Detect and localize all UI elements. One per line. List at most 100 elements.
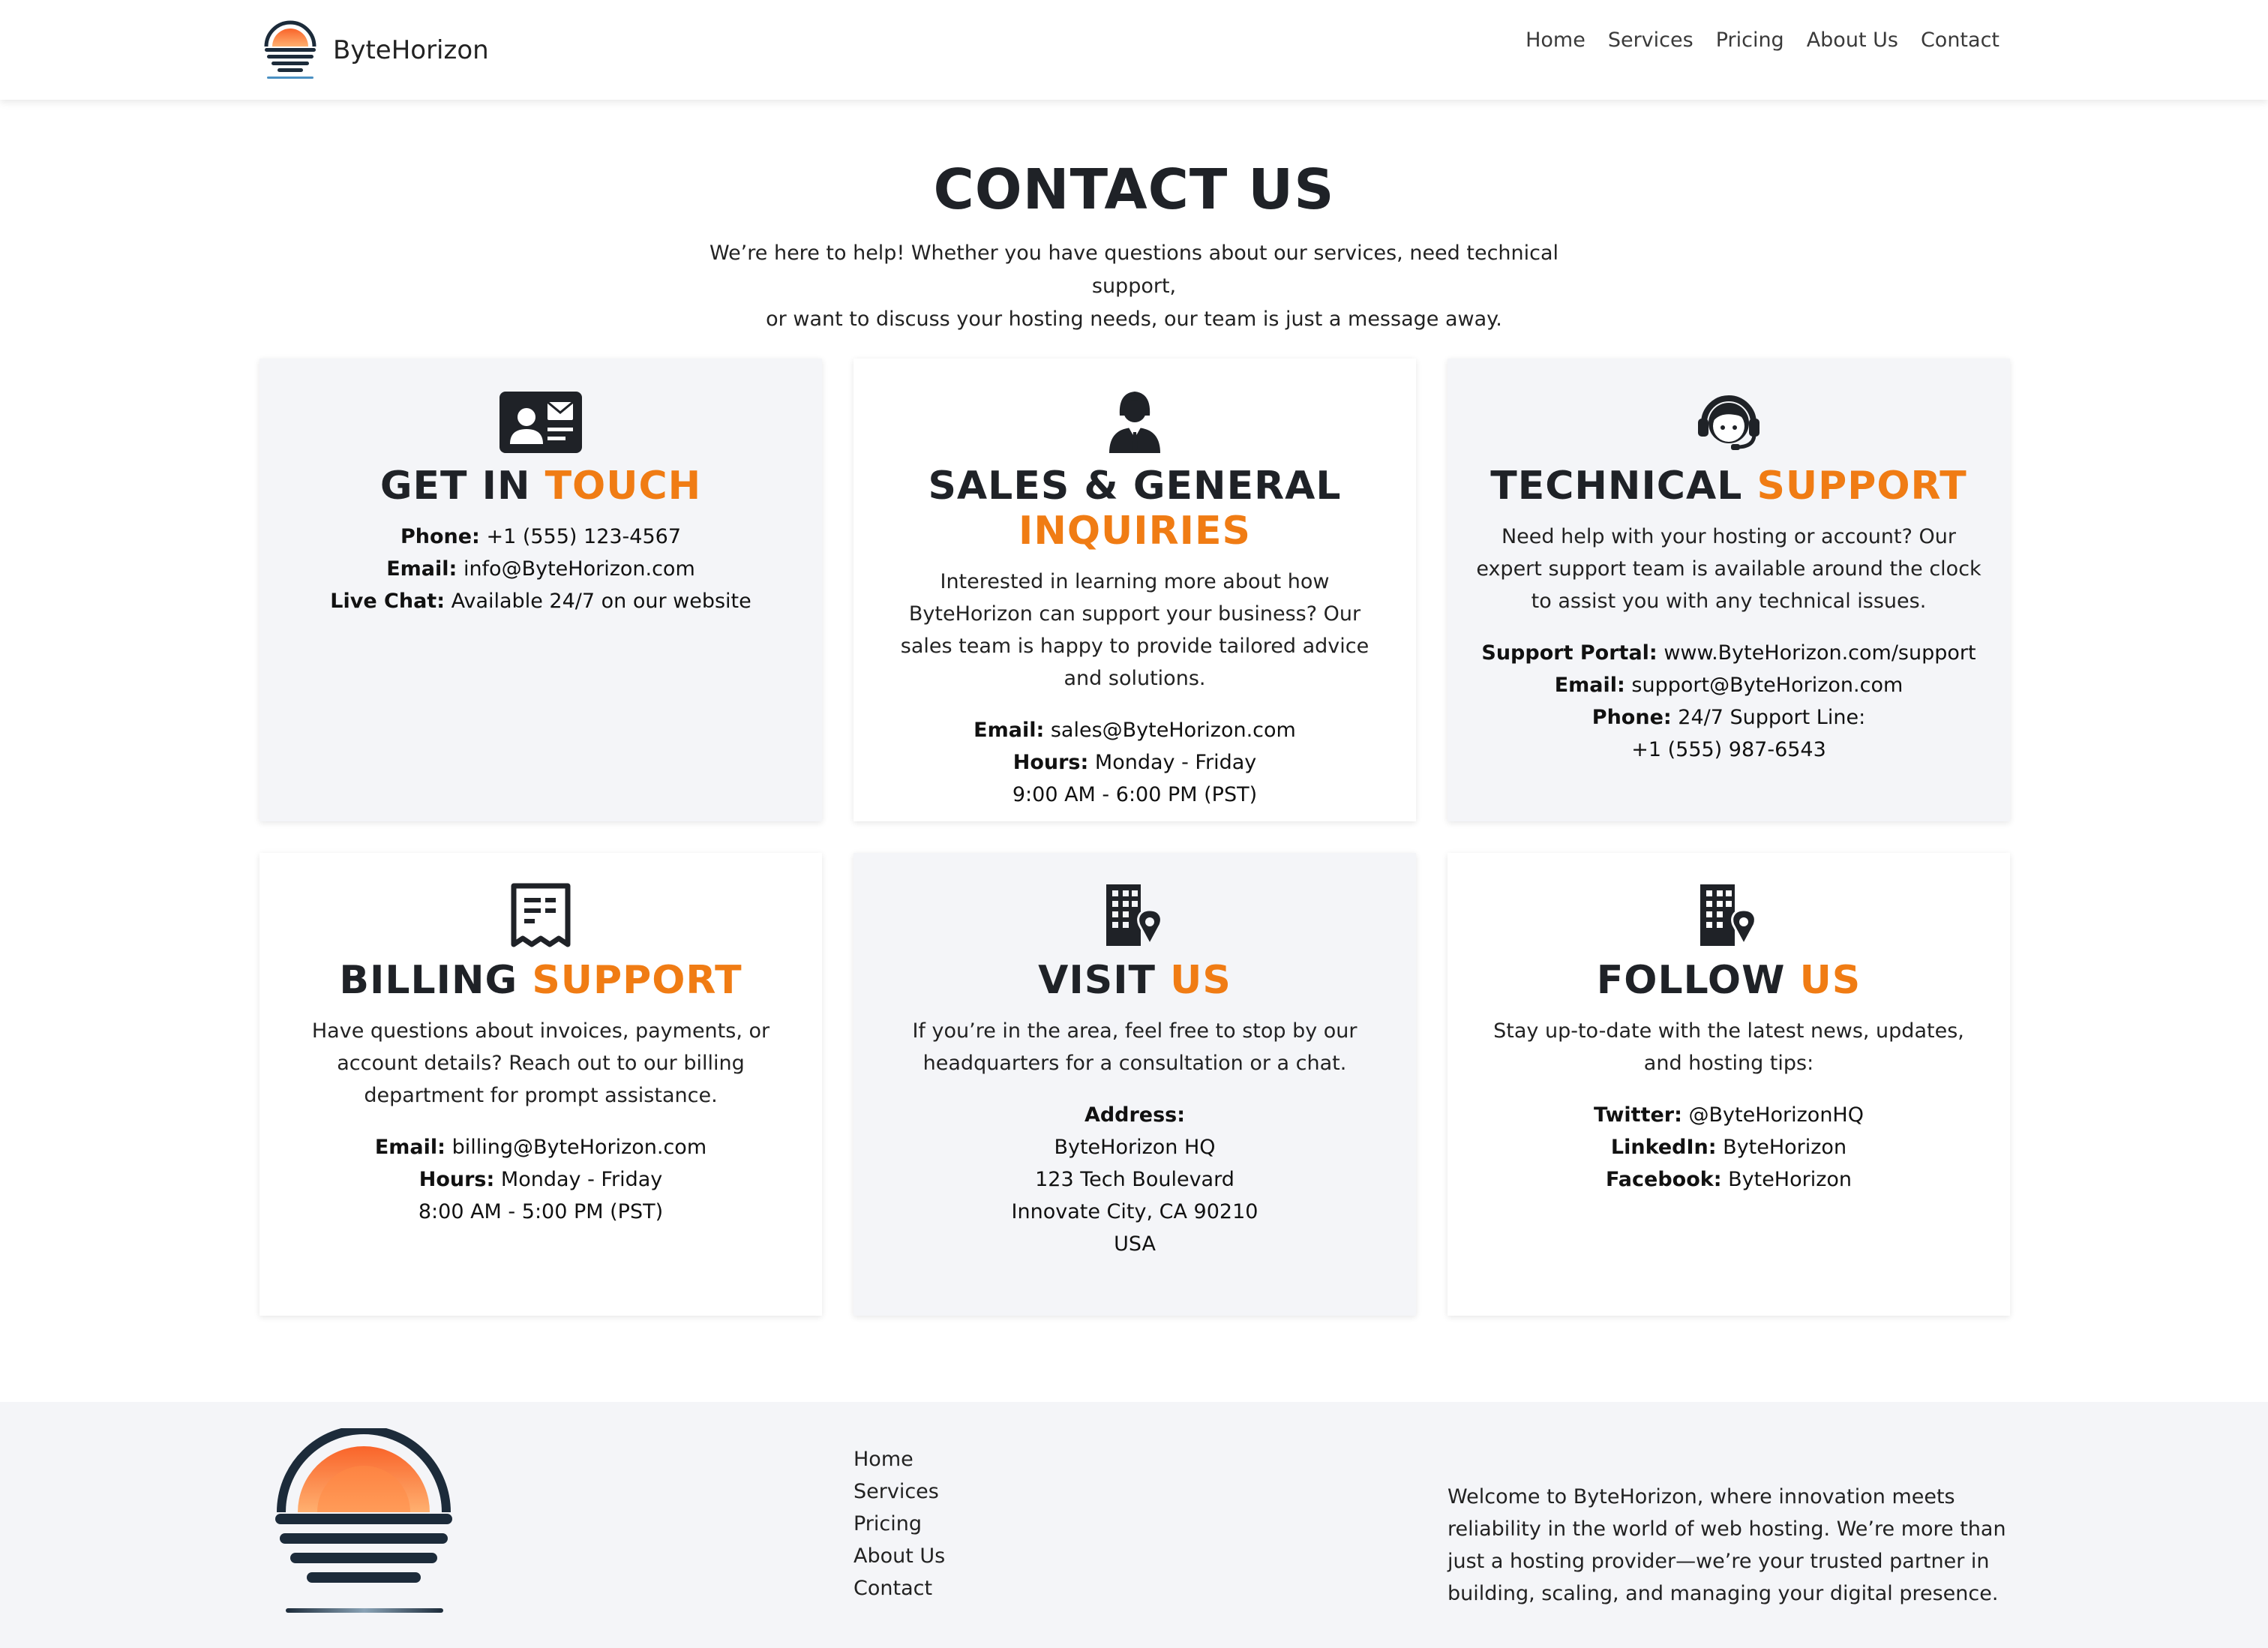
footer-link-services[interactable]: Services: [854, 1475, 945, 1508]
line-value: 123 Tech Boulevard: [1035, 1168, 1234, 1191]
nav-home[interactable]: Home: [1526, 29, 1586, 52]
brand-link[interactable]: ByteHorizon: [262, 17, 489, 84]
contact-line: Phone: 24/7 Support Line:: [1474, 701, 1983, 734]
line-label: Hours:: [418, 1168, 495, 1191]
contact-line: 8:00 AM - 5:00 PM (PST): [286, 1196, 795, 1228]
line-value[interactable]: ByteHorizon: [1723, 1136, 1846, 1159]
card-visit-us: VISIT US If you’re in the area, feel fre…: [854, 853, 1416, 1316]
contact-line: Email: sales@ByteHorizon.com: [880, 714, 1389, 746]
line-label: Email:: [374, 1136, 446, 1159]
salesperson-icon: [1109, 392, 1160, 453]
footer-nav: Home Services Pricing About Us Contact: [854, 1443, 945, 1604]
footer-link-pricing[interactable]: Pricing: [854, 1508, 945, 1540]
line-label: Email:: [1554, 674, 1625, 697]
line-label: Hours:: [1012, 751, 1089, 774]
hero-intro-line-1: We’re here to help! Whether you have que…: [709, 242, 1559, 298]
card-technical-support: TECHNICAL SUPPORT Need help with your ho…: [1448, 359, 2010, 821]
card-title-accent: US: [1799, 958, 1862, 1003]
card-title-accent: US: [1170, 958, 1232, 1003]
line-value[interactable]: info@ByteHorizon.com: [464, 557, 695, 581]
line-label: Support Portal:: [1481, 641, 1658, 665]
top-navbar: ByteHorizon Home Services Pricing About …: [0, 0, 2268, 100]
line-label: Twitter:: [1594, 1103, 1682, 1127]
card-title-accent: SUPPORT: [532, 958, 742, 1003]
hero-intro-line-2: or want to discuss your hosting needs, o…: [766, 308, 1502, 331]
byte-horizon-logo-icon: [275, 1425, 452, 1613]
footer-link-contact[interactable]: Contact: [854, 1572, 945, 1604]
line-value[interactable]: ByteHorizon: [1728, 1168, 1852, 1191]
line-value: 8:00 AM - 5:00 PM (PST): [418, 1200, 664, 1223]
nav-pricing[interactable]: Pricing: [1716, 29, 1784, 52]
site-footer: Home Services Pricing About Us Contact W…: [0, 1402, 2268, 1648]
card-description: Interested in learning more about how By…: [900, 570, 1370, 690]
contact-hero: CONTACT US We’re here to help! Whether y…: [0, 158, 2268, 336]
footer-link-home[interactable]: Home: [854, 1443, 945, 1475]
footer-logo[interactable]: [274, 1425, 454, 1626]
page-title: CONTACT US: [933, 158, 1335, 222]
card-title-accent: INQUIRIES: [1018, 509, 1251, 554]
headset-support-icon: [1698, 395, 1760, 450]
line-value: USA: [1114, 1232, 1156, 1256]
contact-line: Live Chat: Available 24/7 on our website: [286, 585, 795, 617]
nav-about-us[interactable]: About Us: [1807, 29, 1898, 52]
line-value: Monday - Friday: [500, 1168, 663, 1191]
nav-services[interactable]: Services: [1608, 29, 1694, 52]
card-follow-us: FOLLOW US Stay up-to-date with the lates…: [1448, 853, 2010, 1316]
contact-line: +1 (555) 987-6543: [1474, 734, 1983, 766]
contact-line: Email: support@ByteHorizon.com: [1474, 669, 1983, 701]
nav-contact[interactable]: Contact: [1921, 29, 2000, 52]
line-value[interactable]: billing@ByteHorizon.com: [452, 1136, 707, 1159]
receipt-icon: [511, 883, 571, 947]
line-label: Phone:: [400, 525, 480, 548]
line-value[interactable]: @ByteHorizonHQ: [1689, 1103, 1864, 1127]
card-title-main: SALES & GENERAL: [928, 464, 1342, 509]
line-value[interactable]: www.ByteHorizon.com/support: [1664, 641, 1976, 665]
contact-line: USA: [880, 1228, 1389, 1260]
card-title: BILLING SUPPORT: [286, 958, 795, 1003]
brand-name: ByteHorizon: [333, 35, 489, 65]
card-get-in-touch: GET IN TOUCH Phone: +1 (555) 123-4567 Em…: [260, 359, 822, 821]
card-description: If you’re in the area, feel free to stop…: [912, 1019, 1358, 1075]
line-label: Email:: [386, 557, 458, 581]
card-title-main: VISIT: [1038, 958, 1156, 1003]
card-title-main: BILLING: [339, 958, 518, 1003]
line-value[interactable]: support@ByteHorizon.com: [1631, 674, 1903, 697]
line-label: Email:: [974, 719, 1045, 742]
line-value: Available 24/7 on our website: [451, 590, 752, 613]
contact-cards: GET IN TOUCH Phone: +1 (555) 123-4567 Em…: [260, 359, 2010, 1316]
card-description: Stay up-to-date with the latest news, up…: [1493, 1019, 1964, 1075]
line-value[interactable]: sales@ByteHorizon.com: [1051, 719, 1296, 742]
card-title: GET IN TOUCH: [286, 464, 795, 509]
line-value: Monday - Friday: [1094, 751, 1257, 774]
contact-line: Email: info@ByteHorizon.com: [286, 553, 795, 585]
contact-line: Support Portal: www.ByteHorizon.com/supp…: [1474, 637, 1983, 669]
contact-line: 9:00 AM - 6:00 PM (PST): [880, 779, 1389, 811]
building-location-icon: [1106, 884, 1162, 947]
card-description: Need help with your hosting or account? …: [1476, 525, 1982, 613]
contact-line: 123 Tech Boulevard: [880, 1163, 1389, 1196]
card-title-accent: SUPPORT: [1756, 464, 1967, 509]
card-title-main: FOLLOW: [1596, 958, 1786, 1003]
contact-card-icon: [500, 392, 582, 453]
contact-line: Innovate City, CA 90210: [880, 1196, 1389, 1228]
footer-link-about-us[interactable]: About Us: [854, 1540, 945, 1572]
card-title-main: GET IN: [380, 464, 531, 509]
line-value: 24/7 Support Line:: [1678, 706, 1866, 729]
contact-line: Address:: [880, 1099, 1389, 1131]
main-nav: Home Services Pricing About Us Contact: [1526, 29, 2000, 52]
building-location-icon: [1700, 884, 1756, 947]
line-label: Facebook:: [1605, 1168, 1722, 1191]
card-title: VISIT US: [880, 958, 1389, 1003]
contact-line: ByteHorizon HQ: [880, 1131, 1389, 1163]
card-sales-inquiries: SALES & GENERAL INQUIRIES Interested in l…: [854, 359, 1416, 821]
hero-intro: We’re here to help! Whether you have que…: [692, 237, 1576, 336]
card-description: Have questions about invoices, payments,…: [311, 1019, 770, 1107]
line-value: ByteHorizon HQ: [1054, 1136, 1216, 1159]
card-title: SALES & GENERAL INQUIRIES: [880, 464, 1389, 554]
byte-horizon-logo-icon: [264, 20, 316, 79]
card-title: TECHNICAL SUPPORT: [1474, 464, 1983, 509]
line-value: +1 (555) 123-4567: [486, 525, 682, 548]
card-title: FOLLOW US: [1474, 958, 1983, 1003]
line-label: LinkedIn:: [1610, 1136, 1717, 1159]
card-title-main: TECHNICAL: [1490, 464, 1743, 509]
